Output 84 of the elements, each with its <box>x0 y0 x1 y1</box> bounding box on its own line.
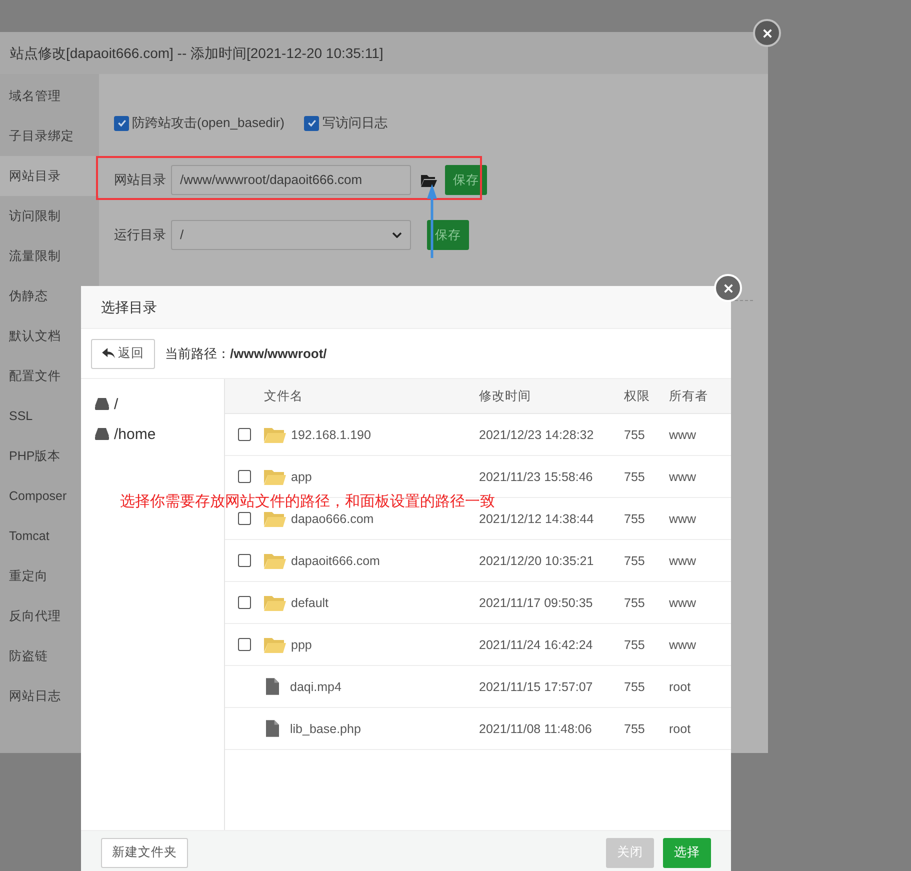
table-cell-text: 755 <box>624 512 646 526</box>
file-name[interactable]: app <box>291 470 312 484</box>
column-header: 文件名 <box>264 388 304 404</box>
row-checkbox[interactable] <box>238 470 251 483</box>
column-header: 权限 <box>624 388 651 404</box>
table-cell-text: 755 <box>624 428 646 442</box>
folder-icon <box>264 510 286 526</box>
sidebar-item[interactable]: 流量限制 <box>0 236 99 276</box>
column-header: 修改时间 <box>479 388 532 404</box>
table-cell-text: www <box>669 554 698 568</box>
table-cell-text: 755 <box>624 638 646 652</box>
sidebar-item[interactable]: 网站目录 <box>0 156 99 196</box>
check-icon <box>116 118 126 128</box>
site-dir-field[interactable]: /www/wwwroot/dapaoit666.com <box>171 165 411 195</box>
annotation-text: 选择你需要存放网站文件的路径，和面板设置的路径一致 <box>120 493 495 510</box>
file-name[interactable]: daqi.mp4 <box>290 680 342 694</box>
new-folder-button[interactable]: 新建文件夹 <box>101 838 188 868</box>
file-name[interactable]: 192.168.1.190 <box>291 428 371 442</box>
table-cell-text: 2021/12/12 14:38:44 <box>479 512 595 526</box>
folder-icon <box>264 636 286 652</box>
chevron-icon <box>392 232 402 238</box>
option-label: 写访问日志 <box>322 114 388 132</box>
back-button[interactable]: 返回 <box>91 338 155 368</box>
file-name[interactable]: dapaoit666.com <box>291 554 380 568</box>
table-cell-text: 755 <box>624 722 646 736</box>
close-icon <box>722 282 734 294</box>
close-button[interactable] <box>753 19 781 47</box>
dialog-title: 站点修改[dapaoit666.com] -- 添加时间[2021-12-20 10:35:11] <box>0 32 768 74</box>
file-icon <box>266 678 279 695</box>
file-name[interactable]: default <box>291 596 329 610</box>
field-label: 运行目录 <box>114 226 167 244</box>
table-cell-text: 755 <box>624 680 646 694</box>
row-checkbox[interactable] <box>238 638 251 651</box>
drive-icon <box>95 398 109 410</box>
table-cell-text: 2021/11/24 16:42:24 <box>479 638 594 652</box>
table-cell-text: 755 <box>624 596 646 610</box>
table-cell-text: www <box>669 512 698 526</box>
tree-item[interactable]: / <box>95 389 224 419</box>
folder-icon[interactable] <box>421 174 437 186</box>
drive-icon <box>95 428 109 440</box>
run-dir-select[interactable]: / <box>171 220 411 250</box>
file-name[interactable]: dapao666.com <box>291 512 374 526</box>
table-cell-text: root <box>669 722 692 736</box>
save-button[interactable]: 保存 <box>445 165 487 195</box>
field-label: 网站目录 <box>114 171 167 189</box>
check-icon <box>306 118 317 128</box>
file-icon <box>266 720 279 737</box>
dialog-button[interactable]: 选择 <box>663 838 711 868</box>
folder-icon <box>264 426 286 442</box>
table-cell-text: 2021/11/08 11:48:06 <box>479 722 593 736</box>
sidebar-item[interactable]: 访问限制 <box>0 196 99 236</box>
tree-item[interactable]: /home <box>95 419 224 449</box>
folder-icon <box>264 594 286 610</box>
folder-icon <box>264 552 286 568</box>
table-cell-text: root <box>669 680 692 694</box>
folder-icon <box>264 468 286 484</box>
row-checkbox[interactable] <box>238 596 251 609</box>
sidebar-item[interactable]: 子目录绑定 <box>0 116 99 156</box>
table-cell-text: 2021/11/23 15:58:46 <box>479 470 594 484</box>
table-cell-text: 755 <box>624 470 646 484</box>
row-checkbox[interactable] <box>238 428 251 441</box>
table-cell-text: 2021/11/17 09:50:35 <box>479 596 594 610</box>
file-name[interactable]: ppp <box>291 638 312 652</box>
save-button[interactable]: 保存 <box>427 220 469 250</box>
close-icon <box>762 28 772 38</box>
checkbox[interactable] <box>304 116 320 130</box>
table-cell-text: 2021/11/15 17:57:07 <box>479 680 594 694</box>
table-cell-text: www <box>669 638 698 652</box>
sidebar-item[interactable]: 域名管理 <box>0 76 99 116</box>
file-name[interactable]: lib_base.php <box>290 722 361 736</box>
table-cell-text: 755 <box>624 554 646 568</box>
row-checkbox[interactable] <box>238 512 251 525</box>
current-path: 当前路径：/www/wwwroot/ <box>165 344 327 362</box>
table-cell-text: www <box>669 596 698 610</box>
table-cell-text: 2021/12/23 14:28:32 <box>479 428 595 442</box>
table-cell-text: www <box>669 428 698 442</box>
table-cell-text: www <box>669 470 698 484</box>
back-arrow-icon <box>102 348 115 359</box>
checkbox[interactable] <box>114 116 129 130</box>
table-cell-text: 2021/12/20 10:35:21 <box>479 554 595 568</box>
dialog-title: 选择目录 <box>81 286 731 329</box>
row-checkbox[interactable] <box>238 554 251 567</box>
column-header: 所有者 <box>669 388 709 404</box>
option-label: 防跨站攻击(open_basedir) <box>132 114 284 132</box>
